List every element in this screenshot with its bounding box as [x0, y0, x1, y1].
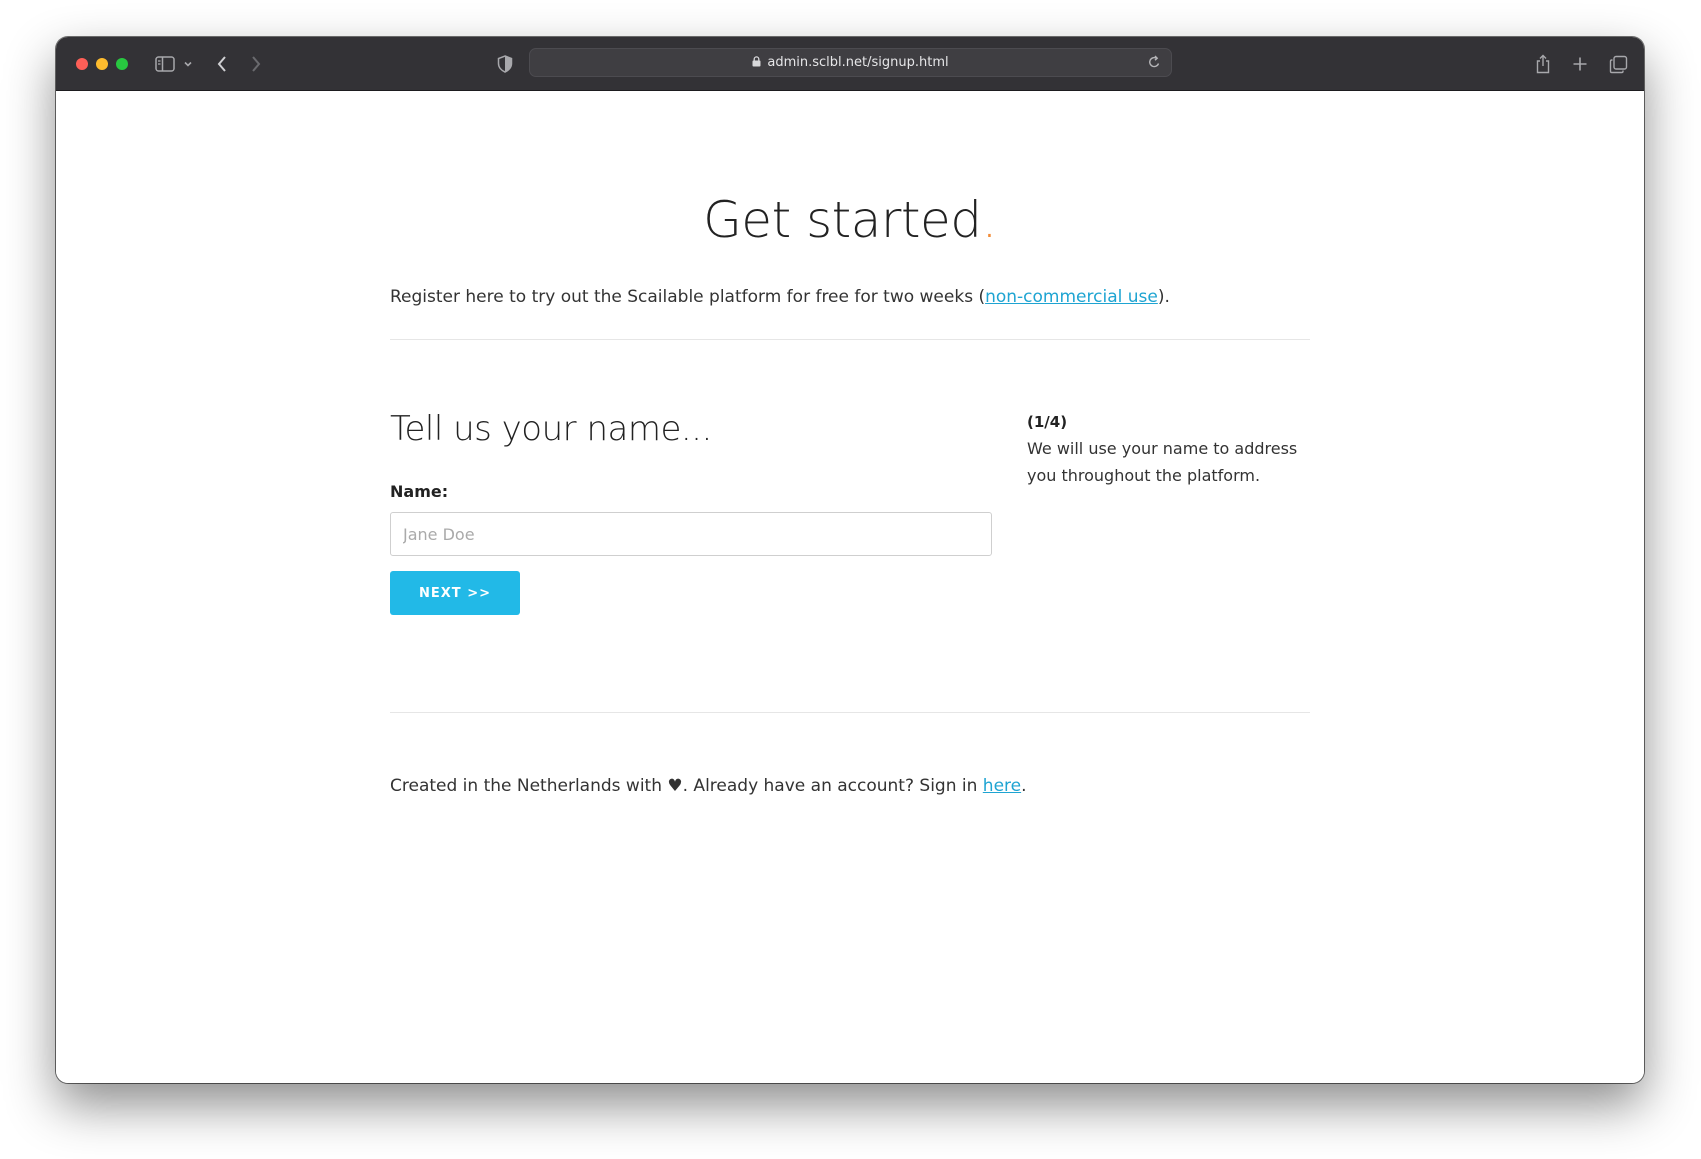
divider-top — [390, 339, 1310, 340]
form-heading: Tell us your name... — [390, 409, 712, 449]
page-title: Get started. — [56, 191, 1644, 249]
tab-overview-icon[interactable] — [1608, 53, 1628, 75]
intro-suffix: ). — [1157, 287, 1170, 307]
step-help-text: We will use your name to address you thr… — [1027, 439, 1298, 485]
name-input[interactable] — [390, 512, 992, 556]
chevron-down-icon[interactable] — [182, 53, 194, 75]
title-accent-dot: . — [981, 191, 998, 249]
new-tab-icon[interactable] — [1571, 53, 1589, 75]
page-title-text: Get started — [703, 191, 982, 249]
next-button[interactable]: NEXT >> — [390, 571, 520, 615]
page-content: Get started. Register here to try out th… — [56, 91, 1644, 1083]
address-bar[interactable]: admin.sclbl.net/signup.html — [529, 48, 1172, 77]
footer-prefix: Created in the Netherlands with ♥. Alrea… — [390, 776, 983, 796]
intro-prefix: Register here to try out the Scailable p… — [390, 287, 986, 307]
url-text: admin.sclbl.net/signup.html — [767, 55, 949, 70]
non-commercial-use-link[interactable]: non-commercial use — [985, 287, 1158, 307]
divider-bottom — [390, 712, 1310, 713]
footer-suffix: . — [1021, 776, 1027, 796]
browser-titlebar: admin.sclbl.net/signup.html — [56, 37, 1644, 91]
reload-icon[interactable] — [1148, 55, 1161, 74]
step-indicator: (1/4) — [1027, 413, 1068, 431]
sign-in-link[interactable]: here — [983, 776, 1021, 796]
browser-window: admin.sclbl.net/signup.html Get started.… — [56, 37, 1644, 1083]
footer-text: Created in the Netherlands with ♥. Alrea… — [390, 776, 1027, 796]
close-window-button[interactable] — [76, 58, 88, 70]
forward-arrow-icon[interactable] — [249, 53, 263, 75]
minimize-window-button[interactable] — [96, 58, 108, 70]
zoom-window-button[interactable] — [116, 58, 128, 70]
share-icon[interactable] — [1534, 53, 1552, 75]
intro-text: Register here to try out the Scailable p… — [390, 287, 1170, 307]
sidebar-icon[interactable] — [154, 53, 176, 75]
back-arrow-icon[interactable] — [215, 53, 229, 75]
lock-icon — [752, 56, 761, 71]
name-label: Name: — [390, 482, 449, 501]
shield-icon[interactable] — [496, 53, 514, 75]
